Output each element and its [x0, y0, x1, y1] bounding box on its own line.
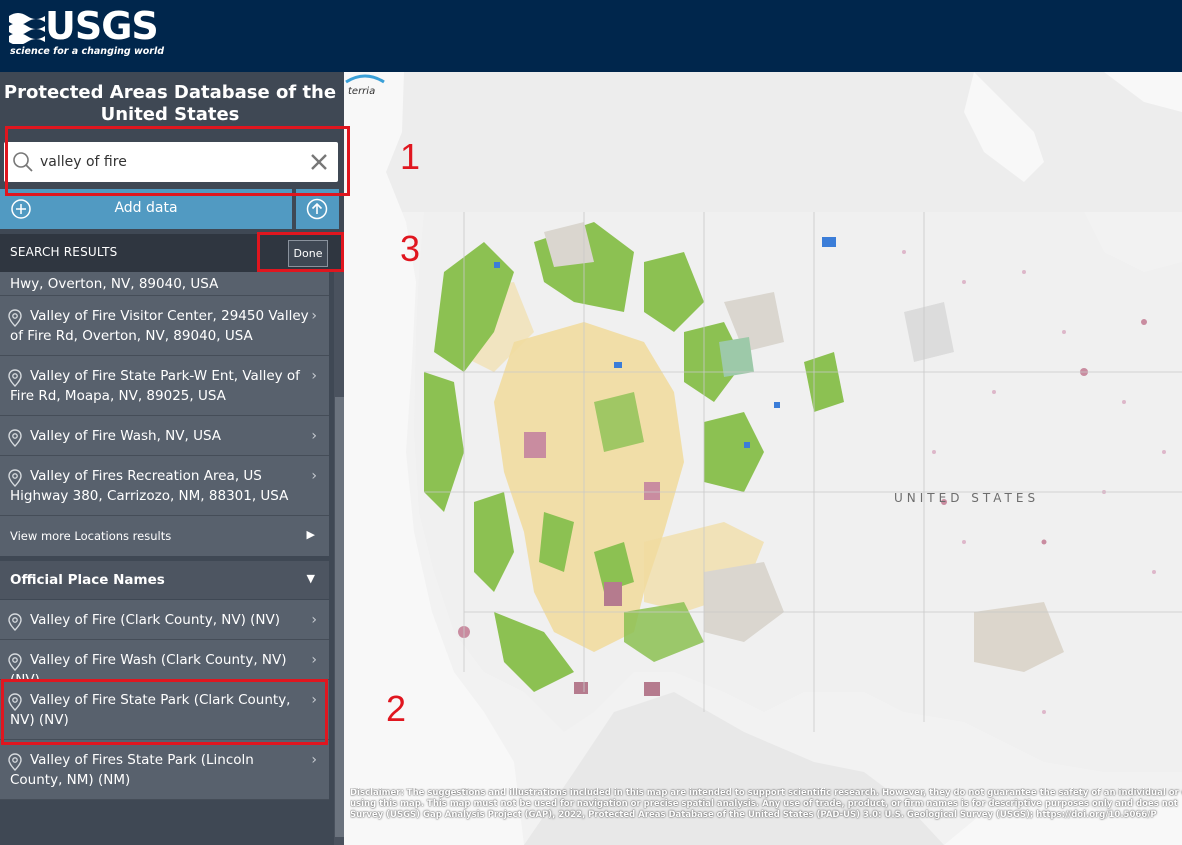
map-canvas: [344, 72, 1182, 845]
logo-tagline: science for a changing world: [10, 46, 165, 57]
official-place-names-section[interactable]: Official Place Names ▼: [0, 561, 329, 599]
results-scrollbar-thumb[interactable]: [335, 397, 344, 837]
chevron-right-icon: ›: [311, 612, 317, 628]
logo-wordmark: USGS: [45, 4, 159, 48]
caret-right-icon: ▶: [306, 528, 315, 541]
location-result[interactable]: Valley of Fire State Park-W Ent, Valley …: [0, 356, 329, 416]
terria-logo-text: terria: [348, 86, 375, 97]
view-more-locations-link[interactable]: View more Locations results ▶: [0, 516, 329, 556]
caret-down-icon: ▼: [306, 572, 315, 585]
search-results-list[interactable]: Hwy, Overton, NV, 89040, USA Valley of F…: [0, 272, 330, 845]
terria-logo[interactable]: terria: [344, 72, 386, 98]
location-result-label: Valley of Fire Visitor Center, 29450 Val…: [10, 308, 309, 344]
place-name-result[interactable]: Valley of Fire Wash (Clark County, NV) (…: [0, 640, 329, 688]
location-result-label: Valley of Fires Recreation Area, US High…: [10, 468, 289, 504]
place-name-result[interactable]: Valley of Fires State Park (Lincoln Coun…: [0, 740, 329, 800]
location-result-label: Hwy, Overton, NV, 89040, USA: [10, 276, 219, 292]
add-data-label: Add data: [114, 200, 178, 216]
place-name-result[interactable]: Valley of Fire (Clark County, NV) (NV) ›: [0, 600, 329, 640]
place-name-label: Valley of Fire (Clark County, NV) (NV): [30, 612, 281, 628]
usgs-logo[interactable]: USGS science for a changing world: [9, 4, 164, 60]
map-disclaimer: Disclaimer: The suggestions and illustra…: [350, 788, 1182, 821]
disclaimer-line: using this map. This map must not be use…: [350, 799, 1178, 809]
view-more-label: View more Locations results: [10, 529, 172, 543]
annotation-number: 3: [400, 228, 421, 269]
chevron-right-icon: ›: [311, 752, 317, 768]
annotation-number: 1: [400, 136, 421, 177]
chevron-right-icon: ›: [311, 468, 317, 484]
add-circle-icon: [11, 199, 31, 219]
chevron-right-icon: ›: [311, 428, 317, 444]
annotation-number: 2: [386, 688, 407, 729]
location-result[interactable]: Hwy, Overton, NV, 89040, USA: [0, 272, 329, 296]
annotation-box-search: [5, 126, 350, 196]
disclaimer-line: Disclaimer: The suggestions and illustra…: [350, 788, 1182, 798]
location-result-label: Valley of Fire State Park-W Ent, Valley …: [10, 368, 300, 404]
chevron-right-icon: ›: [311, 308, 317, 324]
upload-icon: [306, 198, 328, 220]
location-result[interactable]: Valley of Fire Visitor Center, 29450 Val…: [0, 296, 329, 356]
country-label: UNITED STATES: [894, 491, 1040, 505]
map-view[interactable]: UNITED STATES terria Disclaimer: The sug…: [344, 72, 1182, 845]
disclaimer-line: Survey (USGS) Gap Analysis Project (GAP)…: [350, 810, 1157, 820]
place-name-label: Valley of Fires State Park (Lincoln Coun…: [10, 752, 254, 788]
chevron-right-icon: ›: [311, 368, 317, 384]
app-header: USGS science for a changing world: [0, 0, 1182, 72]
annotation-box-done: [257, 232, 344, 272]
search-results-label: SEARCH RESULTS: [10, 245, 118, 259]
location-result[interactable]: Valley of Fire Wash, NV, USA ›: [0, 416, 329, 456]
section-title: Official Place Names: [10, 572, 165, 588]
usgs-wave-icon: [9, 13, 45, 44]
annotation-box-result: [1, 679, 328, 745]
app-title: Protected Areas Database of the United S…: [3, 82, 337, 125]
location-result[interactable]: Valley of Fires Recreation Area, US High…: [0, 456, 329, 516]
chevron-right-icon: ›: [311, 652, 317, 668]
location-result-label: Valley of Fire Wash, NV, USA: [30, 428, 222, 444]
